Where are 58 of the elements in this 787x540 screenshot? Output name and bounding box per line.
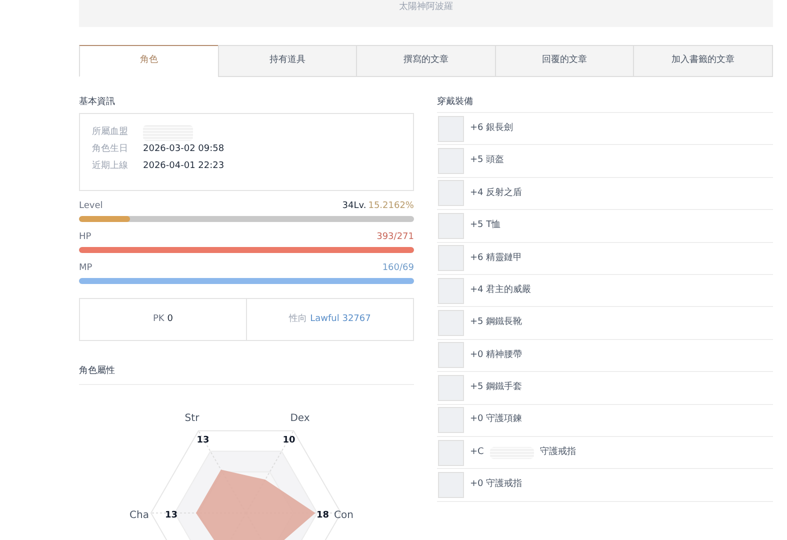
section-title: 基本資訊 bbox=[79, 96, 116, 108]
alignment-value: Lawful 32767 bbox=[310, 312, 371, 326]
info-value: 2026-03-02 09:58 bbox=[143, 142, 224, 156]
item-picture bbox=[438, 148, 464, 174]
item-picture bbox=[438, 278, 464, 304]
item-name: +4 反射之盾 bbox=[470, 186, 522, 200]
info-value: 2026-04-01 22:23 bbox=[143, 160, 224, 173]
stat-label: Con bbox=[334, 511, 354, 521]
meter-reading: 15.2162% bbox=[368, 200, 414, 212]
stat-label: Cha bbox=[130, 511, 149, 521]
info-label: 角色生日 bbox=[92, 142, 129, 156]
item-picture bbox=[438, 180, 464, 206]
item-name: +5 T恤 bbox=[470, 219, 501, 232]
item-picture bbox=[438, 245, 464, 272]
alignment-label: 性向 bbox=[289, 312, 308, 326]
item-picture bbox=[438, 440, 464, 466]
item-picture bbox=[438, 116, 464, 142]
level-number: 34Lv. bbox=[342, 200, 366, 212]
meter-reading: 160/69 bbox=[382, 262, 414, 274]
meter-label: Level bbox=[79, 200, 103, 212]
item-name: +6 精靈鏈甲 bbox=[470, 252, 522, 264]
info-label: 近期上線 bbox=[92, 160, 129, 173]
item-picture bbox=[438, 342, 464, 368]
item-name: 守護戒指 bbox=[540, 446, 576, 459]
tab[interactable]: 撰寫的文章 bbox=[356, 45, 495, 77]
meter-reading: 393/271 bbox=[376, 231, 414, 243]
info-label: 所屬血盟 bbox=[92, 126, 129, 139]
item-name: +0 守護項鍊 bbox=[470, 413, 522, 426]
tab[interactable]: 持有道具 bbox=[218, 45, 356, 77]
item-name: +5 鋼鐵手套 bbox=[470, 381, 522, 394]
item-name: +0 精神腰帶 bbox=[470, 348, 522, 362]
stat-value: 13 bbox=[196, 436, 210, 446]
item-picture bbox=[438, 472, 464, 498]
item-name: +C bbox=[470, 446, 484, 459]
item-picture bbox=[438, 407, 464, 434]
item-name: +0 守護戒指 bbox=[470, 478, 522, 492]
item-name: +5 鋼鐵長靴 bbox=[470, 316, 522, 330]
stat-value: 18 bbox=[316, 512, 329, 520]
pk-label: PK bbox=[152, 312, 164, 326]
banner-text: 太陽神阿波羅 bbox=[399, 1, 453, 14]
item-name: +6 銀長劍 bbox=[470, 122, 514, 135]
section-title: 穿戴裝備 bbox=[437, 96, 773, 113]
item-picture bbox=[438, 310, 464, 336]
item-name: +4 君主的威嚴 bbox=[470, 284, 532, 297]
tab[interactable]: 角色 bbox=[79, 45, 218, 77]
tab[interactable]: 加入書籤的文章 bbox=[633, 45, 773, 77]
stat-label: Dex bbox=[290, 414, 310, 424]
item-name: +5 頭盔 bbox=[470, 154, 504, 168]
stat-label: Str bbox=[184, 414, 200, 424]
item-picture bbox=[438, 374, 464, 401]
section-title: 角色屬性 bbox=[79, 365, 414, 385]
stat-value: 10 bbox=[282, 436, 296, 446]
tab[interactable]: 回覆的文章 bbox=[494, 45, 634, 77]
meter-label: HP bbox=[79, 231, 92, 243]
meter-label: MP bbox=[79, 262, 92, 274]
pk-value: 0 bbox=[167, 312, 174, 326]
stat-value: 13 bbox=[165, 512, 178, 520]
item-picture bbox=[438, 212, 464, 239]
